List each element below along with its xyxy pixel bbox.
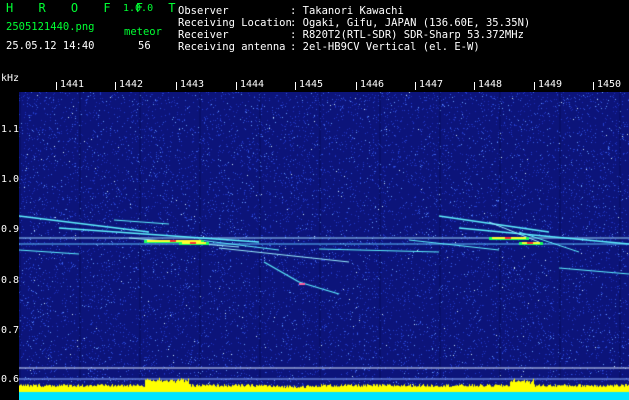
time-tick-mark xyxy=(115,82,116,90)
antenna-label: Receiving antenna xyxy=(178,41,286,53)
capture-filename: 2505121440.png xyxy=(6,21,95,33)
frequency-tick-label: 1.0 xyxy=(1,174,20,185)
time-tick-mark xyxy=(474,82,475,90)
time-tick-mark xyxy=(356,82,357,90)
frequency-tick-label: 1.1 xyxy=(1,124,20,135)
time-tick-mark xyxy=(593,82,594,90)
time-tick-label: 1450 xyxy=(597,79,622,90)
location-label: Receiving Location xyxy=(178,17,292,29)
app-logo: H R O F F T xyxy=(6,1,185,15)
time-tick-mark xyxy=(295,82,296,90)
receiver-value: : R820T2(RTL-SDR) SDR-Sharp 53.372MHz xyxy=(290,29,524,41)
location-value: : Ogaki, Gifu, JAPAN (136.60E, 35.35N) xyxy=(290,17,531,29)
observer-value: : Takanori Kawachi xyxy=(290,5,404,17)
observer-label: Observer xyxy=(178,5,229,17)
antenna-value: : 2el-HB9CV Vertical (el. E-W) xyxy=(290,41,480,53)
frequency-tick-label: 0.9 xyxy=(1,224,20,235)
frequency-unit-label: kHz xyxy=(1,73,20,84)
time-tick-label: 1447 xyxy=(419,79,444,90)
receiver-label: Receiver xyxy=(178,29,229,41)
frequency-tick-label: 0.8 xyxy=(1,275,20,286)
time-tick-label: 1444 xyxy=(240,79,265,90)
time-tick-label: 1441 xyxy=(60,79,85,90)
time-tick-mark xyxy=(176,82,177,90)
meteor-count: 56 xyxy=(138,40,151,52)
frequency-tick-label: 0.6 xyxy=(1,374,20,385)
time-tick-mark xyxy=(236,82,237,90)
spectrogram-image xyxy=(19,92,629,400)
capture-datetime: 25.05.12 14:40 xyxy=(6,40,95,52)
capture-mode: meteor xyxy=(124,26,162,38)
time-tick-mark xyxy=(415,82,416,90)
time-tick-label: 1449 xyxy=(538,79,563,90)
time-tick-label: 1442 xyxy=(119,79,144,90)
time-tick-label: 1445 xyxy=(299,79,324,90)
time-tick-label: 1448 xyxy=(478,79,503,90)
time-tick-mark xyxy=(56,82,57,90)
app-version: 1.0.0 xyxy=(123,3,154,14)
time-tick-label: 1446 xyxy=(360,79,385,90)
frequency-tick-label: 0.7 xyxy=(1,325,20,336)
hroffft-window: H R O F F T 1.0.0 2505121440.png meteor … xyxy=(0,0,629,400)
time-tick-mark xyxy=(534,82,535,90)
time-tick-label: 1443 xyxy=(180,79,205,90)
